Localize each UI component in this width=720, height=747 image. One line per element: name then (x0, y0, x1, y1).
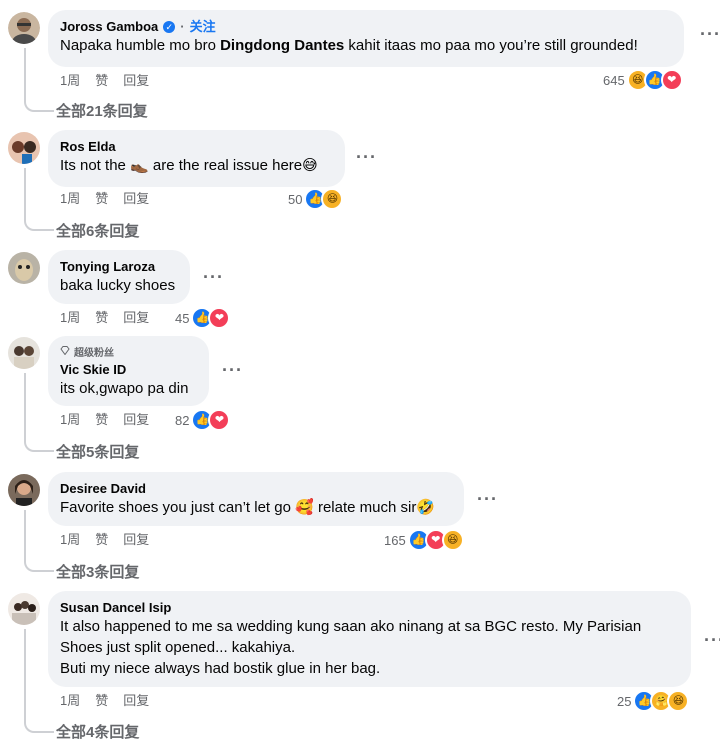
timestamp[interactable]: 1周 (60, 73, 80, 89)
comment-actions: 1周 赞 回复 (60, 693, 149, 709)
timestamp[interactable]: 1周 (60, 532, 80, 548)
reply-button[interactable]: 回复 (123, 412, 149, 428)
like-button[interactable]: 赞 (95, 693, 108, 709)
verified-icon: ✓ (163, 20, 176, 33)
avatar[interactable] (8, 12, 40, 44)
comment-actions: 1周 赞 回复 (60, 412, 149, 428)
comment-actions: 1周 赞 回复 (60, 73, 149, 89)
reply-button[interactable]: 回复 (123, 73, 149, 89)
view-replies-link[interactable]: 全部5条回复 (56, 441, 139, 462)
author-name[interactable]: Vic Skie ID (60, 361, 126, 378)
reaction-summary[interactable]: 45 👍 ❤ (175, 307, 231, 329)
comment-actions: 1周 赞 回复 (60, 191, 149, 207)
comment-text: its ok,gwapo pa din (60, 380, 189, 397)
badge-label: 超级粉丝 (74, 348, 114, 359)
haha-icon: 😆 (441, 529, 464, 551)
reply-button[interactable]: 回复 (123, 191, 149, 207)
comment-bubble: Tonying Laroza baka lucky shoes (48, 250, 190, 304)
view-replies-link[interactable]: 全部3条回复 (56, 561, 139, 582)
more-options-icon[interactable]: ··· (203, 267, 224, 288)
view-replies-link[interactable]: 全部4条回复 (56, 721, 139, 742)
more-options-icon[interactable]: ··· (477, 489, 498, 510)
reaction-summary[interactable]: 82 👍 ❤ (175, 409, 231, 431)
comment-bubble: 超级粉丝 Vic Skie ID its ok,gwapo pa din (48, 336, 209, 406)
comment-text: Favorite shoes you just can’t let go 🥰 r… (60, 499, 436, 516)
more-options-icon[interactable]: ··· (356, 147, 377, 168)
love-icon: ❤ (208, 307, 231, 329)
more-options-icon[interactable]: ··· (700, 24, 720, 45)
diamond-icon (60, 345, 70, 358)
reply-button[interactable]: 回复 (123, 693, 149, 709)
avatar[interactable] (8, 132, 40, 164)
view-replies-link[interactable]: 全部6条回复 (56, 220, 139, 241)
comment-actions: 1周 赞 回复 (60, 310, 149, 326)
reply-button[interactable]: 回复 (123, 532, 149, 548)
haha-icon: 😆 (667, 690, 690, 712)
comment-text: Its not the 👞 are the real issue here😅 (60, 157, 318, 174)
author-name[interactable]: Joross Gamboa (60, 18, 158, 35)
reaction-count: 50 (288, 191, 303, 207)
reaction-count: 645 (603, 72, 625, 88)
like-button[interactable]: 赞 (95, 412, 108, 428)
comment-bubble: Desiree David Favorite shoes you just ca… (48, 472, 464, 526)
reply-button[interactable]: 回复 (123, 310, 149, 326)
like-button[interactable]: 赞 (95, 191, 108, 207)
reaction-summary[interactable]: 165 👍 ❤ 😆 (384, 529, 464, 551)
author-name[interactable]: Susan Dancel Isip (60, 599, 171, 616)
author-name[interactable]: Desiree David (60, 480, 146, 497)
thread-line (24, 510, 54, 572)
avatar[interactable] (8, 593, 40, 625)
avatar[interactable] (8, 337, 40, 369)
love-icon: ❤ (208, 409, 231, 431)
reaction-count: 45 (175, 310, 190, 326)
comment-bubble: Susan Dancel Isip It also happened to me… (48, 591, 691, 687)
like-button[interactable]: 赞 (95, 532, 108, 548)
thread-line (24, 629, 54, 733)
reaction-count: 25 (617, 693, 632, 709)
reaction-summary[interactable]: 645 😆 👍 ❤ (603, 69, 683, 91)
avatar[interactable] (8, 252, 40, 284)
timestamp[interactable]: 1周 (60, 191, 80, 207)
more-options-icon[interactable]: ··· (704, 630, 720, 651)
comment-text-part: Napaka humble mo bro (60, 37, 221, 54)
more-options-icon[interactable]: ··· (222, 360, 243, 381)
badge: 超级粉丝 (60, 344, 197, 359)
comment-text: It also happened to me sa wedding kung s… (60, 618, 642, 677)
timestamp[interactable]: 1周 (60, 310, 80, 326)
view-replies-link[interactable]: 全部21条回复 (56, 100, 148, 121)
author-name[interactable]: Ros Elda (60, 138, 116, 155)
comment-bubble: Ros Elda Its not the 👞 are the real issu… (48, 130, 345, 187)
like-button[interactable]: 赞 (95, 310, 108, 326)
thread-line (24, 168, 54, 231)
like-button[interactable]: 赞 (95, 73, 108, 89)
timestamp[interactable]: 1周 (60, 412, 80, 428)
reaction-count: 165 (384, 532, 406, 548)
thread-line (24, 373, 54, 452)
comment-text: baka lucky shoes (60, 277, 176, 294)
reaction-summary[interactable]: 25 👍 🤗 😆 (617, 690, 690, 712)
thread-line (24, 48, 54, 112)
author-name[interactable]: Tonying Laroza (60, 258, 155, 275)
haha-icon: 😆 (321, 188, 344, 210)
reaction-count: 82 (175, 412, 190, 428)
follow-button[interactable]: 关注 (190, 18, 216, 35)
comment-actions: 1周 赞 回复 (60, 532, 149, 548)
avatar[interactable] (8, 474, 40, 506)
comment-text: Napaka humble mo bro Dingdong Dantes kah… (60, 35, 672, 56)
reaction-summary[interactable]: 50 👍 😆 (288, 188, 344, 210)
comment-text-part: kahit itaas mo paa mo you’re still groun… (344, 37, 638, 54)
timestamp[interactable]: 1周 (60, 693, 80, 709)
mention-link[interactable]: Dingdong Dantes (220, 37, 344, 54)
comment-bubble: Joross Gamboa ✓ · 关注 Napaka humble mo br… (48, 10, 684, 67)
love-icon: ❤ (660, 69, 683, 91)
